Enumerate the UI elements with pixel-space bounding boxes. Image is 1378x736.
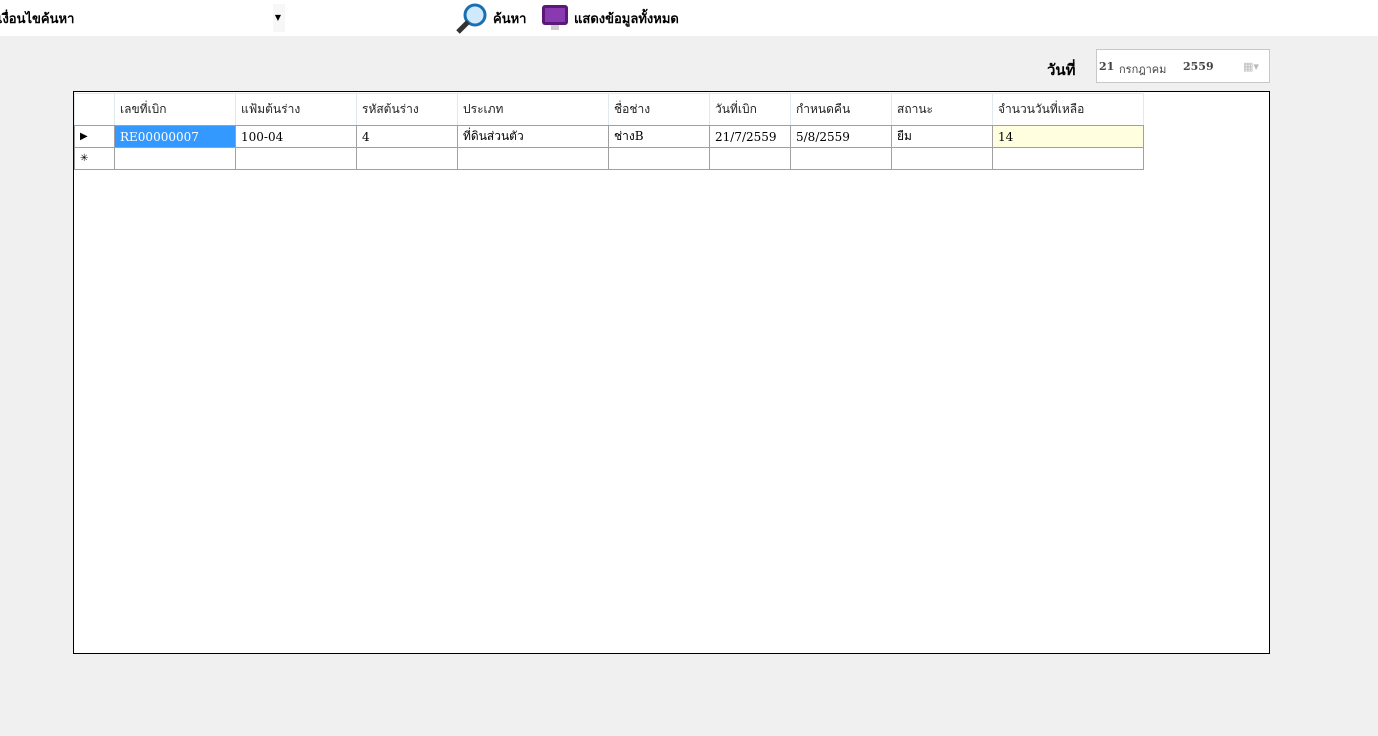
new-row-marker[interactable]: ✳ [74, 147, 115, 170]
search-label: เงื่อนไขค้นหา : [0, 12, 85, 27]
cell[interactable] [114, 147, 236, 170]
date-month: กรกฎาคม [1119, 63, 1167, 76]
date-year: 2559 [1183, 60, 1214, 73]
cell[interactable]: 14 [992, 125, 1144, 148]
magnifier-icon [456, 3, 487, 34]
column-header[interactable]: จำนวนวันที่เหลือ [992, 93, 1144, 126]
cell[interactable] [992, 147, 1144, 170]
calendar-icon[interactable]: ▦▾ [1243, 60, 1259, 73]
monitor-icon [542, 5, 568, 30]
cell[interactable]: 21/7/2559 [709, 125, 791, 148]
column-header[interactable]: สถานะ [891, 93, 993, 126]
cell[interactable] [790, 147, 892, 170]
cell[interactable]: ที่ดินส่วนตัว [457, 125, 609, 148]
search-button-label: ค้นหา [493, 11, 527, 27]
column-header[interactable]: วันที่เบิก [709, 93, 791, 126]
table-row[interactable]: ▶ RE00000007 100-04 4 ที่ดินส่วนตัว ช่าง… [74, 125, 1144, 148]
cell[interactable] [235, 147, 357, 170]
new-row[interactable]: ✳ [74, 147, 1144, 170]
date-day: 21 [1099, 60, 1115, 73]
cell[interactable]: 5/8/2559 [790, 125, 892, 148]
cell[interactable]: 4 [356, 125, 458, 148]
date-label: วันที่ [1047, 61, 1076, 79]
cell[interactable] [709, 147, 791, 170]
data-grid[interactable]: เลขที่เบิก แฟ้มต้นร่าง รหัสต้นร่าง ประเภ… [73, 91, 1270, 654]
column-header[interactable]: ชื่อช่าง [608, 93, 710, 126]
cell[interactable]: RE00000007 [114, 125, 236, 148]
show-all-button[interactable]: แสดงข้อมูลทั้งหมด [540, 2, 679, 34]
column-header[interactable]: ประเภท [457, 93, 609, 126]
cell[interactable] [891, 147, 993, 170]
column-header[interactable]: กำหนดคืน [790, 93, 892, 126]
column-header[interactable]: รหัสต้นร่าง [356, 93, 458, 126]
cell[interactable]: 100-04 [235, 125, 357, 148]
search-combobox[interactable]: ▼ [80, 4, 285, 32]
show-all-label: แสดงข้อมูลทั้งหมด [574, 11, 679, 27]
cell[interactable] [457, 147, 609, 170]
cell[interactable]: ช่างB [608, 125, 710, 148]
cell[interactable]: ยืม [891, 125, 993, 148]
column-header[interactable]: แฟ้มต้นร่าง [235, 93, 357, 126]
date-picker[interactable]: 21 กรกฎาคม 2559 ▦▾ [1096, 49, 1270, 83]
chevron-down-icon: ▼ [274, 13, 281, 22]
search-button[interactable]: ค้นหา [455, 2, 526, 34]
column-header[interactable]: เลขที่เบิก [114, 93, 236, 126]
toolbar: เงื่อนไขค้นหา : ▼ ค้นหา แสดงข้อมูลทั้งหม… [0, 0, 1378, 36]
cell[interactable] [608, 147, 710, 170]
current-row-marker[interactable]: ▶ [74, 125, 115, 148]
row-header-corner [74, 93, 115, 126]
cell[interactable] [356, 147, 458, 170]
